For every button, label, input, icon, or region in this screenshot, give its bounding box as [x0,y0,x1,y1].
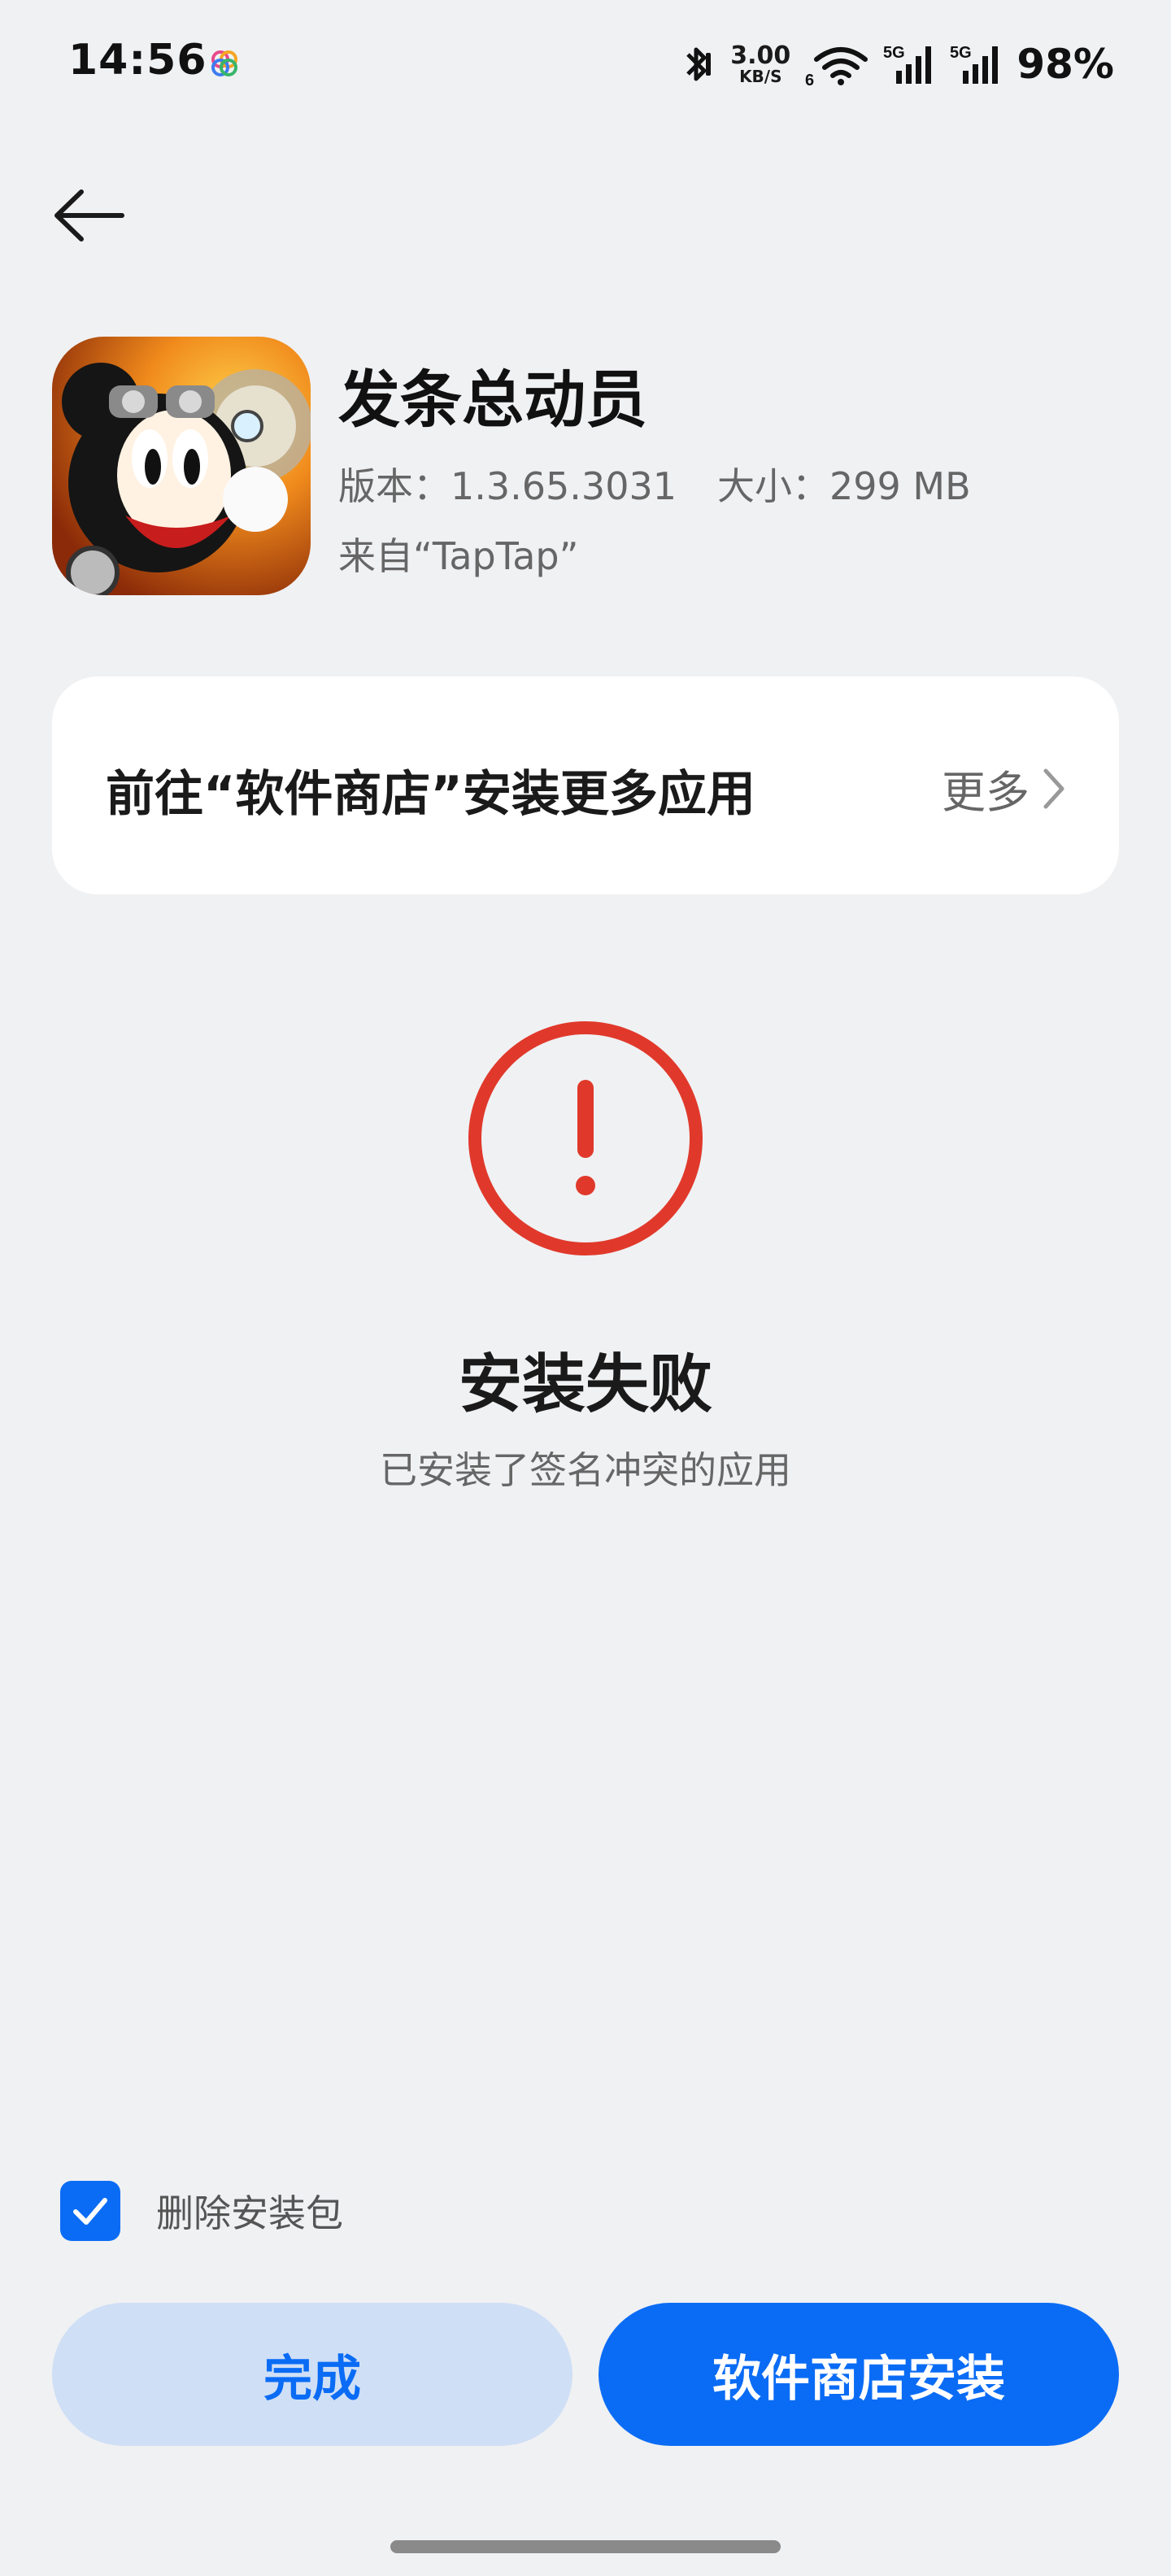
battery-level: 98% [1016,41,1114,88]
signal-icon: 5G [883,44,932,84]
app-size: 大小：299 MB [717,464,971,508]
network-speed: 3.00 KB/S [730,44,790,85]
notification-app-icon [211,50,237,76]
back-arrow-icon[interactable] [49,179,130,252]
app-icon [52,337,311,595]
store-promo-title: 前往“软件商店”安装更多应用 [106,766,755,823]
checkmark-icon [73,2198,107,2225]
install-result-title: 安装失败 [458,1348,712,1421]
status-bar: 14:56 3.00 KB/S 6 5G 5G 98% [0,0,1171,130]
signal-1-label: 5G [883,44,905,62]
signal-2-label: 5G [950,44,972,62]
status-time: 14:56 [68,36,207,85]
chevron-right-icon [1043,768,1064,808]
wifi-badge: 6 [805,72,814,87]
delete-package-checkbox[interactable] [60,2181,120,2241]
home-indicator[interactable] [390,2540,781,2553]
app-name: 发条总动员 [338,363,647,436]
store-more-label: 更多 [942,767,1030,818]
app-meta: 版本：1.3.65.3031 大小：299 MB [338,457,971,511]
store-promo-card[interactable]: 前往“软件商店”安装更多应用 更多 [52,677,1119,894]
app-version: 版本：1.3.65.3031 [338,464,677,508]
store-install-button[interactable]: 软件商店安装 [599,2303,1119,2446]
error-exclamation-icon [468,1021,703,1255]
delete-package-option[interactable]: 删除安装包 [60,2181,343,2241]
install-result-message: 已安装了签名冲突的应用 [380,1448,791,1492]
app-source: 来自“TapTap” [338,534,579,578]
network-speed-unit: KB/S [739,67,782,86]
delete-package-label: 删除安装包 [156,2191,343,2235]
network-speed-value: 3.00 [730,41,791,70]
bluetooth-icon [686,47,712,81]
status-indicators: 3.00 KB/S 6 5G 5G 98% [680,36,1114,93]
store-more-link[interactable]: 更多 [942,756,1067,820]
done-button[interactable]: 完成 [52,2303,572,2446]
wifi-icon: 6 [805,47,868,87]
signal-icon-2: 5G [950,44,999,84]
